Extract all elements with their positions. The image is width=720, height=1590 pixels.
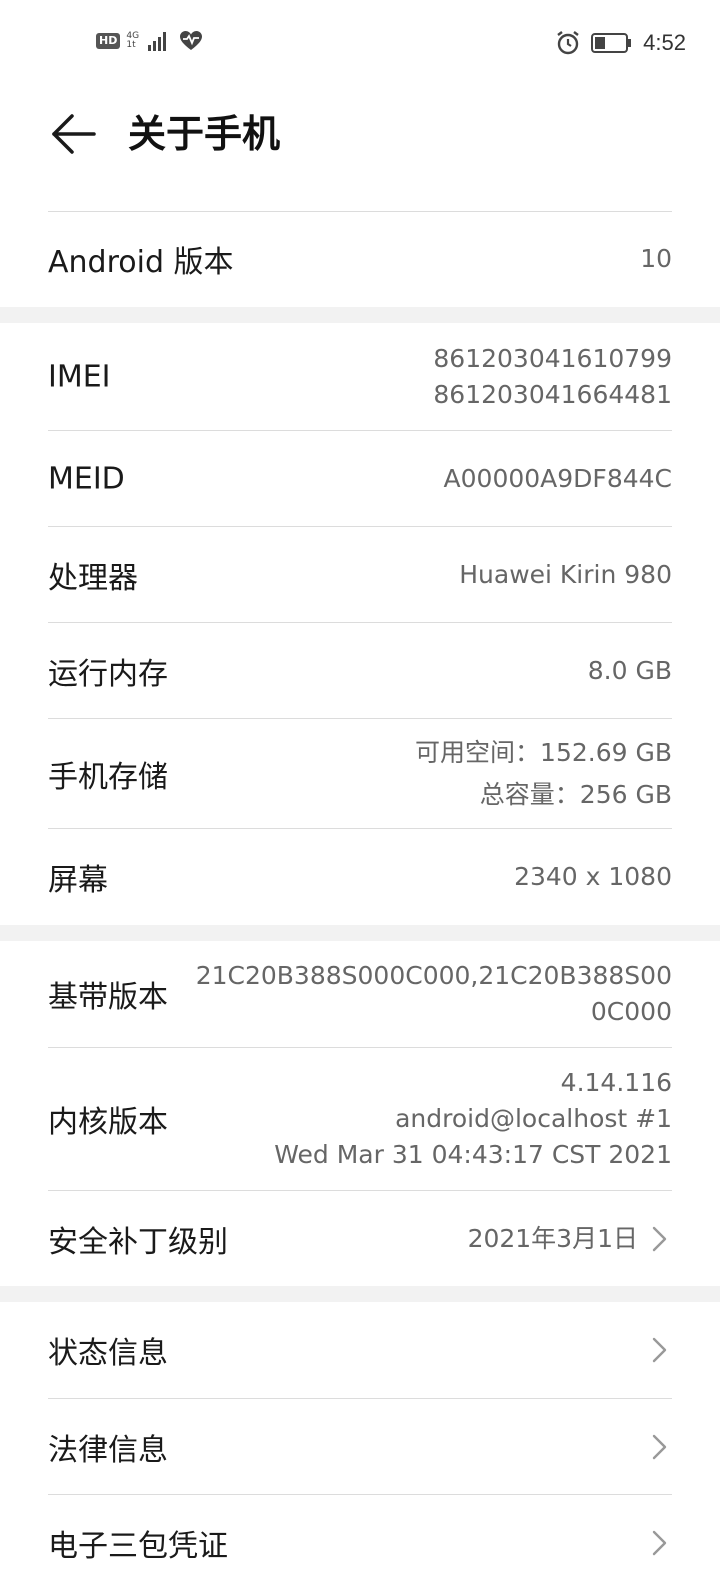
network-type: 4G 1t [126,32,139,50]
heart-health-icon [180,31,203,50]
kernel-value-2: android@localhost #1 [395,1104,672,1133]
meid-value: A00000A9DF844C [444,461,672,497]
baseband-label: 基带版本 [48,980,168,1015]
storage-available: 可用空间：152.69 GB [415,737,672,767]
app-header: 关于手机 [0,88,720,178]
ram-label: 运行内存 [48,656,168,692]
storage-label: 手机存储 [48,759,168,795]
hd-badge: HD [96,33,121,49]
battery-icon [591,33,632,53]
row-meid: MEID A00000A9DF844C [0,431,720,526]
status-right: 4:52 [555,30,686,56]
row-status-info[interactable]: 状态信息 [0,1302,720,1398]
row-legal-info[interactable]: 法律信息 [0,1399,720,1494]
processor-value: Huawei Kirin 980 [459,557,672,593]
section-gap [0,1286,720,1302]
ram-value: 8.0 GB [588,653,672,689]
warranty-label: 电子三包凭证 [48,1528,228,1564]
chevron-right-icon [652,1337,667,1363]
kernel-value-1: 4.14.116 [560,1068,672,1097]
signal-icon [148,32,167,51]
row-baseband: 基带版本 21C20B388S000C000,21C20B388S00 0C00… [0,941,720,1047]
meid-label: MEID [48,461,125,496]
row-android-version: Android 版本 10 [0,212,720,306]
status-bar: HD 4G 1t 4:52 [0,0,720,88]
alarm-icon [557,31,579,55]
status-left: HD 4G 1t [96,30,203,52]
status-info-label: 状态信息 [48,1336,168,1371]
section-gap [0,925,720,941]
network-sub-label: 1t [126,40,136,50]
chevron-right-icon [652,1530,667,1555]
imei-value: 861203041610799 861203041664481 [433,341,672,413]
legal-info-label: 法律信息 [48,1432,168,1468]
kernel-value-3: Wed Mar 31 04:43:17 CST 2021 [274,1140,672,1169]
imei-value-2: 861203041664481 [433,379,672,409]
security-patch-value: 2021年3月1日 [468,1221,638,1257]
android-version-label: Android 版本 [48,245,234,280]
screen-value-text: 2340 x 1080 [514,862,672,891]
row-storage: 手机存储 可用空间：152.69 GB 总容量：256 GB [0,719,720,828]
row-screen: 屏幕 2340 x 1080 [0,829,720,925]
row-security-patch[interactable]: 安全补丁级别 2021年3月1日 [0,1191,720,1286]
android-version-value: 10 [640,241,672,277]
row-warranty[interactable]: 电子三包凭证 [0,1495,720,1590]
storage-value: 可用空间：152.69 GB 总容量：256 GB [415,732,672,816]
android-version-text: 10 [640,244,672,273]
security-patch-label: 安全补丁级别 [48,1224,228,1260]
processor-label: 处理器 [48,560,138,596]
row-imei: IMEI 861203041610799 861203041664481 [0,323,720,430]
imei-value-1: 861203041610799 [433,343,672,373]
row-processor: 处理器 Huawei Kirin 980 [0,527,720,622]
baseband-value: 21C20B388S000C000,21C20B388S00 0C000 [196,958,672,1030]
back-button[interactable] [44,106,100,162]
processor-value-text: Huawei Kirin 980 [459,559,672,589]
chevron-right-icon [652,1434,667,1459]
screen-label: 屏幕 [48,863,108,898]
security-patch-value-text: 2021年3月1日 [467,1223,638,1253]
ram-value-text: 8.0 GB [587,655,672,685]
row-kernel: 内核版本 4.14.116 android@localhost #1 Wed M… [0,1048,720,1190]
kernel-value: 4.14.116 android@localhost #1 Wed Mar 31… [274,1065,672,1173]
baseband-value-1: 21C20B388S000C000,21C20B388S00 [195,961,672,990]
row-ram: 运行内存 8.0 GB [0,623,720,718]
baseband-value-2: 0C000 [590,997,672,1026]
storage-total: 总容量：256 GB [479,779,672,809]
meid-value-text: A00000A9DF844C [443,463,672,493]
page-title: 关于手机 [128,112,281,156]
clock-time: 4:52 [643,30,686,55]
chevron-right-icon [652,1226,667,1251]
screen-value: 2340 x 1080 [514,859,672,895]
section-gap [0,307,720,323]
arrow-left-icon [52,114,96,154]
kernel-label: 内核版本 [48,1105,168,1140]
imei-label: IMEI [48,359,111,394]
